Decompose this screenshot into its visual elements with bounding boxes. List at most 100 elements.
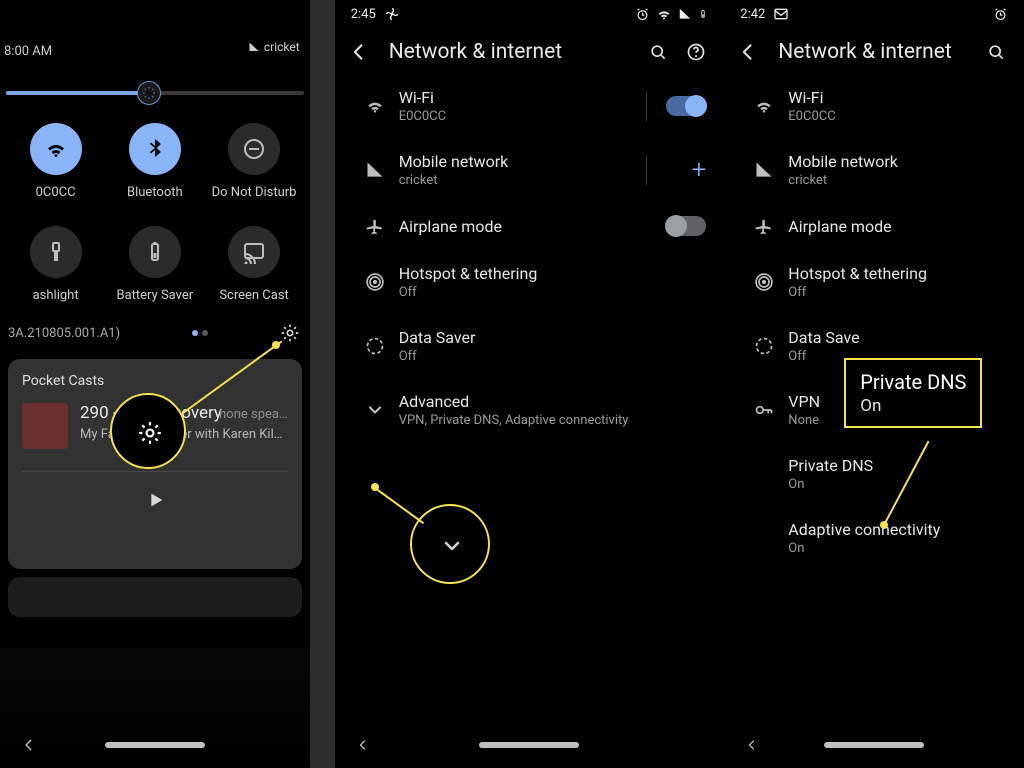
media-device[interactable]: hone spea… <box>219 407 288 422</box>
help-button[interactable] <box>686 42 706 62</box>
brightness-slider[interactable] <box>6 91 304 95</box>
qs-tile-flashlight[interactable]: ashlight <box>6 226 105 303</box>
callout-dot <box>371 483 379 491</box>
settings-item-wi-fi[interactable]: Wi-Fi E0C0CC <box>724 74 1024 138</box>
settings-item-data-saver[interactable]: Data Saver Off <box>335 314 725 378</box>
item-subtitle: cricket <box>788 173 1006 188</box>
wifi-icon[interactable] <box>30 123 82 175</box>
settings-button[interactable] <box>280 323 300 343</box>
settings-item-adaptive-connectivity[interactable]: Adaptive connectivity On <box>724 506 1024 570</box>
item-subtitle: E0C0CC <box>788 109 1006 124</box>
back-button[interactable] <box>349 42 369 62</box>
alarm-icon <box>993 7 1008 22</box>
toggle[interactable] <box>666 96 706 116</box>
wifi-icon <box>351 96 399 116</box>
item-title: Wi-Fi <box>399 88 647 107</box>
battery-icon[interactable] <box>129 226 181 278</box>
item-title: VPN <box>788 392 1006 411</box>
page-title: Network & internet <box>778 40 951 64</box>
qs-tile-label: Screen Cast <box>219 288 289 303</box>
quick-settings-panel: 8:00 AM cricket 0C0CC Bluetooth Do Not D… <box>0 0 310 768</box>
qs-tile-label: 0C0CC <box>36 185 76 200</box>
home-pill[interactable] <box>479 742 579 748</box>
chevron-down-icon <box>351 400 399 420</box>
home-pill[interactable] <box>824 742 924 748</box>
extra-card[interactable] <box>8 577 302 617</box>
status-time: 2:42 <box>740 7 765 22</box>
qs-tile-battery[interactable]: Battery Saver <box>105 226 204 303</box>
battery-status-icon <box>698 6 708 22</box>
mail-icon <box>773 6 789 22</box>
settings-item-advanced[interactable]: Advanced VPN, Private DNS, Adaptive conn… <box>335 378 725 442</box>
bluetooth-icon[interactable] <box>129 123 181 175</box>
settings-network-expanded: 2:42 Network & internet Wi-Fi E0C0CC Mob… <box>724 0 1024 768</box>
settings-item-airplane-mode[interactable]: Airplane mode <box>335 202 725 250</box>
flashlight-icon[interactable] <box>30 226 82 278</box>
qs-tile-bluetooth[interactable]: Bluetooth <box>105 123 204 200</box>
item-subtitle: On <box>788 477 1006 492</box>
item-title: Adaptive connectivity <box>788 520 1006 539</box>
settings-item-vpn[interactable]: VPN None <box>724 378 1024 442</box>
datasaver-icon <box>351 336 399 356</box>
wifi-status-icon <box>656 6 672 22</box>
home-pill[interactable] <box>105 742 205 748</box>
settings-item-wi-fi[interactable]: Wi-Fi E0C0CC <box>335 74 725 138</box>
airplane-icon <box>740 216 788 236</box>
item-subtitle: Off <box>788 285 1006 300</box>
item-title: Data Saver <box>399 328 647 347</box>
play-button[interactable] <box>144 489 166 511</box>
wifi-icon <box>740 96 788 116</box>
nav-bar <box>0 722 310 768</box>
settings-network-collapsed: 2:45 Network & internet Wi-Fi E0C0CC Mob… <box>335 0 725 768</box>
item-title: Airplane mode <box>788 217 1006 236</box>
settings-item-hotspot-tethering[interactable]: Hotspot & tethering Off <box>724 250 1024 314</box>
settings-item-data-save[interactable]: Data Save Off <box>724 314 1024 378</box>
build-number: 3A.210805.001.A1) <box>8 326 120 341</box>
qs-tile-label: Bluetooth <box>127 185 183 200</box>
settings-item-mobile-network[interactable]: Mobile network cricket + <box>335 138 725 202</box>
settings-item-airplane-mode[interactable]: Airplane mode <box>724 202 1024 250</box>
back-button[interactable] <box>746 739 758 751</box>
item-subtitle: Off <box>399 285 647 300</box>
item-title: Hotspot & tethering <box>788 264 1006 283</box>
item-subtitle: VPN, Private DNS, Adaptive connectivity <box>399 413 647 428</box>
hotspot-icon <box>351 272 399 292</box>
status-time: 2:45 <box>351 7 376 22</box>
brightness-thumb[interactable] <box>137 81 161 105</box>
fan-icon <box>384 6 400 22</box>
settings-item-hotspot-tethering[interactable]: Hotspot & tethering Off <box>335 250 725 314</box>
page-title: Network & internet <box>389 40 562 64</box>
qs-tile-dnd[interactable]: Do Not Disturb <box>204 123 303 200</box>
settings-item-private-dns[interactable]: Private DNS On <box>724 442 1024 506</box>
back-button[interactable] <box>357 739 369 751</box>
signal-status-icon <box>678 7 692 21</box>
qs-tile-label: ashlight <box>33 288 79 303</box>
settings-item-mobile-network[interactable]: Mobile network cricket <box>724 138 1024 202</box>
qs-tile-cast[interactable]: Screen Cast <box>204 226 303 303</box>
callout-advanced-icon <box>410 504 490 584</box>
page-dots <box>192 330 208 336</box>
search-button[interactable] <box>986 42 1006 62</box>
search-button[interactable] <box>648 42 668 62</box>
item-subtitle: None <box>788 413 1006 428</box>
item-title: Data Save <box>788 328 1006 347</box>
back-button[interactable] <box>22 738 36 752</box>
cast-icon[interactable] <box>228 226 280 278</box>
item-title: Airplane mode <box>399 217 647 236</box>
item-subtitle: cricket <box>399 173 647 188</box>
nav-bar <box>724 722 1024 768</box>
qs-tile-wifi[interactable]: 0C0CC <box>6 123 105 200</box>
media-subtitle: My Favorite Murder with Karen Kil… <box>80 427 282 442</box>
airplane-icon <box>351 216 399 236</box>
datasaver-icon <box>740 336 788 356</box>
media-app-name: Pocket Casts <box>22 373 288 389</box>
alarm-icon <box>635 7 650 22</box>
item-title: Mobile network <box>399 152 647 171</box>
media-card[interactable]: Pocket Casts hone spea… 290 - Full Recov… <box>8 359 302 569</box>
toggle[interactable] <box>666 216 706 236</box>
dnd-icon[interactable] <box>228 123 280 175</box>
back-button[interactable] <box>738 42 758 62</box>
status-time: 8:00 AM <box>0 44 52 59</box>
item-title: Wi-Fi <box>788 88 1006 107</box>
callout-line <box>374 487 424 524</box>
